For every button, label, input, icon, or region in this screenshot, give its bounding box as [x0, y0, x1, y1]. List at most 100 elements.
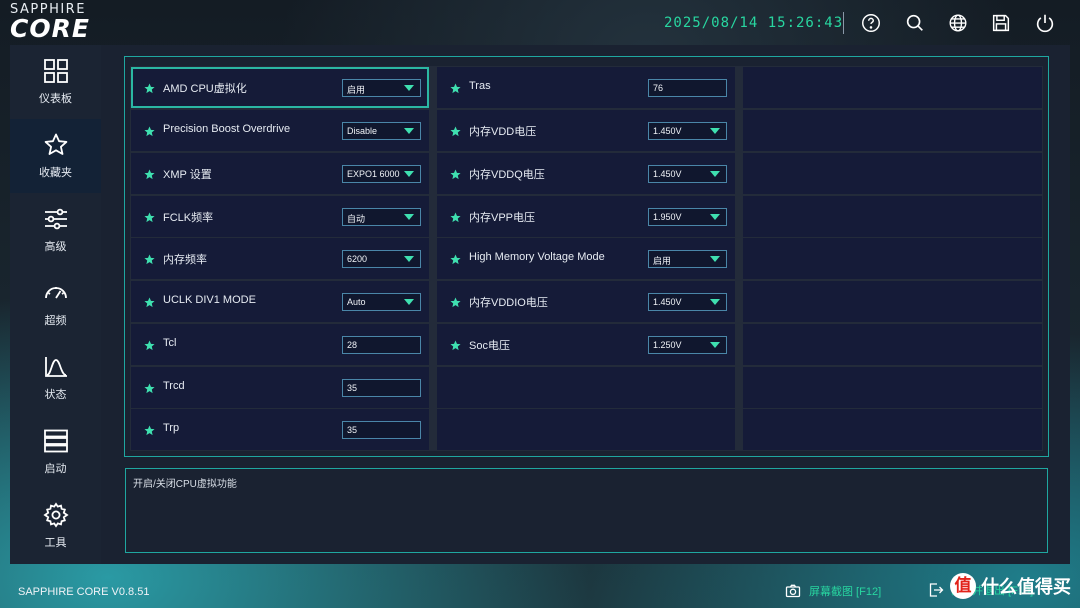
chart-icon — [44, 357, 67, 377]
description-text: 开启/关闭CPU虚拟功能 — [133, 479, 237, 490]
setting-label: Trcd — [163, 380, 185, 392]
setting-label: AMD CPU虚拟化 — [163, 83, 247, 95]
sliders-icon — [44, 208, 67, 230]
sidebar-item-label: 收藏夹 — [39, 167, 72, 179]
setting-row[interactable]: 内存频率 6200 — [131, 238, 429, 279]
setting-dropdown[interactable]: 1.450V — [648, 165, 727, 183]
empty-cell — [743, 409, 1042, 450]
setting-dropdown[interactable]: Disable — [342, 122, 421, 140]
power-icon[interactable] — [1034, 12, 1056, 34]
empty-cell — [743, 153, 1042, 194]
exit-icon — [929, 583, 944, 597]
sidebar-item-dashboard[interactable]: 仪表板 — [10, 45, 101, 119]
brand-main-text: CORE — [10, 14, 90, 43]
favorite-star-icon[interactable] — [144, 423, 155, 436]
setting-dropdown[interactable]: 1.450V — [648, 293, 727, 311]
setting-row[interactable]: 内存VDD电压 1.450V — [437, 110, 735, 151]
setting-label: XMP 设置 — [163, 169, 212, 181]
gauge-icon — [44, 287, 67, 299]
empty-cell — [743, 238, 1042, 279]
setting-input[interactable]: 35 — [342, 421, 421, 439]
sidebar-item-tools[interactable]: 工具 — [10, 489, 101, 563]
datetime-display: 2025/08/14 15:26:43 — [664, 15, 844, 31]
sidebar-item-overclock[interactable]: 超频 — [10, 267, 101, 341]
sapphire-core-logo: SAPPHIRE CORE — [10, 2, 130, 42]
favorite-star-icon[interactable] — [144, 81, 155, 94]
setting-row[interactable]: High Memory Voltage Mode 启用 — [437, 238, 735, 279]
setting-label: 内存VDD电压 — [469, 126, 537, 138]
sidebar-item-favorites[interactable]: 收藏夹 — [10, 119, 101, 193]
setting-dropdown[interactable]: 1.250V — [648, 336, 727, 354]
gear-icon — [42, 502, 69, 528]
setting-row[interactable]: UCLK DIV1 MODE Auto — [131, 281, 429, 322]
favorite-star-icon[interactable] — [450, 252, 461, 265]
sidebar-item-label: 工具 — [44, 537, 67, 549]
empty-cell — [743, 196, 1042, 237]
setting-row[interactable]: 内存VPP电压 1.950V — [437, 196, 735, 237]
screenshot-button[interactable]: 屏幕截图 [F12] — [785, 583, 881, 599]
setting-input[interactable]: 28 — [342, 336, 421, 354]
favorite-star-icon[interactable] — [450, 81, 461, 94]
setting-label: Trp — [163, 422, 180, 434]
setting-row[interactable]: 内存VDDQ电压 1.450V — [437, 153, 735, 194]
setting-row[interactable]: Tcl 28 — [131, 324, 429, 365]
sidebar-item-advanced[interactable]: 高级 — [10, 193, 101, 267]
setting-dropdown[interactable]: 自动 — [342, 208, 421, 226]
globe-icon[interactable] — [947, 12, 969, 34]
setting-row[interactable]: Soc电压 1.250V — [437, 324, 735, 365]
setting-dropdown[interactable]: 启用 — [342, 79, 421, 97]
setting-row[interactable]: 内存VDDIO电压 1.450V — [437, 281, 735, 322]
favorite-star-icon[interactable] — [144, 295, 155, 308]
setting-label: 内存VDDQ电压 — [469, 169, 545, 181]
watermark-badge: 值 — [950, 573, 976, 599]
sidebar-item-boot[interactable]: 启动 — [10, 415, 101, 489]
sidebar-item-label: 高级 — [44, 241, 67, 253]
setting-dropdown[interactable]: EXPO1 6000 — [342, 165, 421, 183]
search-icon[interactable] — [904, 12, 926, 34]
sidebar-item-label: 状态 — [44, 389, 67, 401]
setting-label: Tras — [469, 80, 491, 92]
favorite-star-icon[interactable] — [144, 252, 155, 265]
setting-input[interactable]: 76 — [648, 79, 727, 97]
setting-input[interactable]: 35 — [342, 379, 421, 397]
help-icon[interactable] — [860, 12, 882, 34]
favorite-star-icon[interactable] — [450, 338, 461, 351]
setting-label: Soc电压 — [469, 340, 510, 352]
favorite-star-icon[interactable] — [450, 295, 461, 308]
favorite-star-icon[interactable] — [144, 167, 155, 180]
favorite-star-icon[interactable] — [450, 167, 461, 180]
favorite-star-icon[interactable] — [450, 124, 461, 137]
favorite-star-icon[interactable] — [144, 124, 155, 137]
empty-cell — [743, 281, 1042, 322]
setting-row[interactable]: Trp 35 — [131, 409, 429, 450]
setting-row[interactable]: Trcd 35 — [131, 367, 429, 408]
setting-dropdown[interactable]: 1.450V — [648, 122, 727, 140]
description-panel: 开启/关闭CPU虚拟功能 — [125, 468, 1048, 553]
setting-row[interactable]: XMP 设置 EXPO1 6000 — [131, 153, 429, 194]
boot-icon — [43, 429, 68, 453]
setting-label: 内存VDDIO电压 — [469, 297, 548, 309]
sidebar: 仪表板 收藏夹 高级 超频 状态 启动 工具 — [10, 45, 101, 564]
setting-dropdown[interactable]: 6200 — [342, 250, 421, 268]
empty-cell — [437, 367, 735, 408]
setting-dropdown[interactable]: 1.950V — [648, 208, 727, 226]
setting-row[interactable]: AMD CPU虚拟化 启用 — [131, 67, 429, 108]
save-icon[interactable] — [990, 12, 1012, 34]
setting-label: Tcl — [163, 337, 177, 349]
sidebar-item-status[interactable]: 状态 — [10, 341, 101, 415]
setting-dropdown[interactable]: Auto — [342, 293, 421, 311]
dashboard-icon — [43, 59, 68, 83]
favorite-star-icon[interactable] — [144, 210, 155, 223]
setting-row[interactable]: FCLK频率 自动 — [131, 196, 429, 237]
camera-icon — [785, 584, 801, 598]
favorite-star-icon[interactable] — [450, 210, 461, 223]
sidebar-item-label: 启动 — [44, 463, 67, 475]
setting-row[interactable]: Tras 76 — [437, 67, 735, 108]
setting-dropdown[interactable]: 启用 — [648, 250, 727, 268]
setting-row[interactable]: Precision Boost Overdrive Disable — [131, 110, 429, 151]
favorite-star-icon[interactable] — [144, 381, 155, 394]
screenshot-label: 屏幕截图 [F12] — [809, 586, 882, 598]
sidebar-item-label: 仪表板 — [39, 93, 72, 105]
watermark-text: 什么值得买 — [981, 577, 1071, 597]
favorite-star-icon[interactable] — [144, 338, 155, 351]
